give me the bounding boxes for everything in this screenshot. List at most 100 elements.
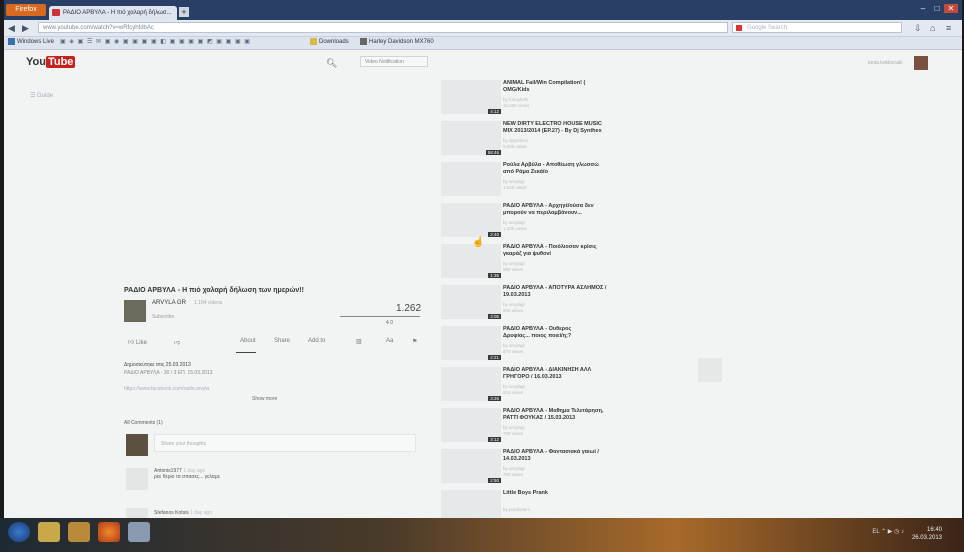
duration-badge: 3:26 [488, 396, 501, 401]
video-thumbnail[interactable]: 3:05 [441, 285, 501, 319]
media-player-icon[interactable] [68, 522, 90, 542]
related-video-item[interactable]: Ρούλα Αρβύλα - Αποθέωση γλωσσώ από Ράμα Ζ… [441, 162, 641, 202]
channel-name[interactable]: ARVYLA GR [152, 300, 186, 306]
search-box[interactable]: Google Search [732, 22, 902, 33]
new-tab-button[interactable]: + [179, 7, 189, 17]
video-thumbnail[interactable]: 3:26 [441, 367, 501, 401]
close-icon[interactable]: ✕ [944, 4, 958, 13]
clock[interactable]: 16:40 26.03.2013 [912, 526, 942, 542]
related-video-views: 810 views [503, 390, 524, 395]
like-ratio-bar [340, 316, 420, 317]
tab-add-to[interactable]: Add to [308, 338, 325, 344]
comments-header: All Comments (1) [124, 420, 163, 426]
related-video-item[interactable]: 3:26 ΡΑΔΙΟ ΑΡΒΥΛΑ - ΔΙΑΚΙΝΗΣΗ ΑΛΛ ΓΡΗΓΟΡΟ … [441, 367, 641, 407]
maximize-icon[interactable]: □ [930, 4, 944, 13]
subscribe-button[interactable]: Subscribe [152, 314, 174, 320]
user-avatar[interactable] [914, 56, 928, 70]
related-video-item[interactable]: 1:36 ΡΑΔΙΟ ΑΡΒΥΛΑ - Ποιόλιοσαν κρίσις γκαρ… [441, 244, 641, 284]
statistics-icon[interactable]: ▥ [356, 338, 362, 345]
related-video-title[interactable]: ΡΑΔΙΟ ΑΡΒΥΛΑ - Αρχηγέ/ούσα δεν μπορούν να… [503, 203, 633, 217]
related-video-item[interactable]: 2:21 ΡΑΔΙΟ ΑΡΒΥΛΑ - Ουθερος Δρυφίας... ποι… [441, 326, 641, 366]
google-icon [736, 25, 742, 31]
windows-taskbar: EL ⌃ ▶ ◷ ♪ 16:40 26.03.2013 [0, 518, 964, 552]
related-video-item[interactable]: 2:40 ΡΑΔΙΟ ΑΡΒΥΛΑ - Αρχηγέ/ούσα δεν μπορού… [441, 203, 641, 243]
description-link[interactable]: https://www.facebook.com/radio.arvyla [124, 386, 209, 392]
youtube-logo[interactable]: You Tube [26, 56, 76, 68]
home-icon[interactable]: ⌂ [930, 23, 935, 33]
dislike-icon[interactable]: 👎︎ [174, 338, 180, 346]
transcript-icon[interactable]: Aa [386, 338, 393, 344]
video-description: ΡΑΔΙΟ ΑΡΒΥΛΑ - 30 / 3 ΕΠ. 15.03.2013 [124, 370, 213, 376]
bookmark-item[interactable]: Harley Davidson MX760 [360, 38, 434, 45]
related-video-item[interactable]: 58:46 NEW DIRTY ELECTRO HOUSE MUSIC MIX 20… [441, 121, 641, 161]
forward-arrow-icon[interactable]: ▶ [22, 23, 29, 34]
like-button[interactable]: 👍︎ Like [128, 338, 147, 346]
commenter-avatar[interactable] [126, 468, 148, 490]
comment-input[interactable]: Share your thoughts [154, 434, 416, 452]
video-thumbnail[interactable]: 3:12 [441, 408, 501, 442]
guide-button[interactable]: ☰ Guide [30, 92, 53, 99]
like-counts: 4 0 [386, 320, 393, 326]
related-video-title[interactable]: ΡΑΔΙΟ ΑΡΒΥΛΑ - Φαντασιακά γαιωί /14.03.2… [503, 449, 633, 463]
system-tray[interactable]: EL ⌃ ▶ ◷ ♪ [872, 528, 904, 535]
back-arrow-icon[interactable]: ◀ [8, 23, 15, 34]
related-video-uploader: by arvylagr [503, 261, 526, 266]
video-thumbnail[interactable]: 2:40 [441, 203, 501, 237]
bookmark-item[interactable]: Windows Live [8, 38, 54, 45]
tab-about[interactable]: About [240, 338, 256, 344]
related-video-title[interactable]: Little Boys Prank [503, 490, 633, 497]
firefox-menu-button[interactable]: Firefox [6, 4, 46, 16]
video-thumbnail[interactable]: 4:12 [441, 80, 501, 114]
related-video-title[interactable]: ΡΑΔΙΟ ΑΡΒΥΛΑ - Ουθερος Δρυφίας... ποιος π… [503, 326, 633, 340]
tab-share[interactable]: Share [274, 338, 290, 344]
view-count: 1.262 [396, 303, 422, 314]
bookmark-icon [360, 38, 367, 45]
tab-bar: Firefox ΡΑΔΙΟ ΑΡΒΥΛΑ - Η πιό χαλαρή δήλω… [4, 0, 962, 20]
related-video-views: 760 views [503, 431, 524, 436]
related-video-title[interactable]: ΡΑΔΙΟ ΑΡΒΥΛΑ - Ποιόλιοσαν κρίσις γκαράζ γ… [503, 244, 633, 258]
bookmark-icon [8, 38, 15, 45]
related-video-views: 980 views [503, 267, 524, 272]
related-video-title[interactable]: ANIMAL Fail/Win Compilation! (OMG/Kids [503, 80, 633, 94]
bookmark-item[interactable]: Downloads [310, 38, 349, 45]
related-video-uploader: by djsynthex [503, 138, 529, 143]
related-video-uploader: by arvylagr [503, 220, 526, 225]
toolbar-icons[interactable]: ▣ ◈ ▣ ☰ ✉ ▣ ◉ ▣ ▣ ▣ ▣ ◧ ▣ ▣ ▣ ▣ ◩ ▣ ▣ ▣ … [60, 38, 251, 45]
related-video-uploader: by arvylagr [503, 343, 526, 348]
duration-badge: 3:05 [488, 314, 501, 319]
related-video-title[interactable]: Ρούλα Αρβύλα - Αποθέωση γλωσσώ από Ράμα Ζ… [503, 162, 633, 176]
related-video-item[interactable]: 3:12 ΡΑΔΙΟ ΑΡΒΥΛΑ - Μαθημα Τελετάρηση, ΡΑΤ… [441, 408, 641, 448]
related-video-uploader: by funnyfails [503, 97, 529, 102]
related-video-views: 15,000 views [503, 103, 530, 108]
video-thumbnail[interactable]: 2:21 [441, 326, 501, 360]
tab-youtube[interactable]: ΡΑΔΙΟ ΑΡΒΥΛΑ - Η πιό χαλαρή δήλωσ... [49, 6, 177, 20]
minimize-icon[interactable]: – [916, 4, 930, 13]
video-thumbnail[interactable] [441, 162, 501, 196]
video-thumbnail[interactable]: 2:50 [441, 449, 501, 483]
related-video-item[interactable]: 2:50 ΡΑΔΙΟ ΑΡΒΥΛΑ - Φαντασιακά γαιωί /14.… [441, 449, 641, 489]
username[interactable]: tonia.kokkonaki [868, 60, 902, 66]
show-more-button[interactable]: Show more [252, 396, 277, 402]
address-bar[interactable]: www.youtube.com/watch?v=wRfcyhfdbAc [38, 22, 728, 33]
publish-date: Δημοσιεύτηκε στις 25.03.2013 [124, 362, 191, 368]
related-video-title[interactable]: ΡΑΔΙΟ ΑΡΒΥΛΑ - ΔΙΑΚΙΝΗΣΗ ΑΛΛ ΓΡΗΓΟΡΟ / 16… [503, 367, 633, 381]
search-icon[interactable]: 🔍︎ [326, 58, 337, 69]
related-video-title[interactable]: NEW DIRTY ELECTRO HOUSE MUSIC MIX 2013/20… [503, 121, 633, 135]
bookmarks-bar: Windows Live ▣ ◈ ▣ ☰ ✉ ▣ ◉ ▣ ▣ ▣ ▣ ◧ ▣ ▣… [4, 37, 962, 50]
related-video-uploader: by arvylagr [503, 179, 526, 184]
video-thumbnail[interactable]: 58:46 [441, 121, 501, 155]
video-thumbnail[interactable]: 1:36 [441, 244, 501, 278]
report-flag-icon[interactable]: ⚑ [412, 338, 417, 345]
related-video-title[interactable]: ΡΑΔΙΟ ΑΡΒΥΛΑ - Μαθημα Τελετάρηση, ΡΑΤΤΙ Φ… [503, 408, 633, 422]
start-button-icon[interactable] [8, 522, 30, 542]
related-video-title[interactable]: ΡΑΔΙΟ ΑΡΒΥΛΑ - ΑΠΟΤΥΡΑ ΑΣΛΗΜΟΣ /19.03.20… [503, 285, 633, 299]
download-icon[interactable]: ⇩ [914, 23, 922, 34]
related-video-item[interactable]: 3:05 ΡΑΔΙΟ ΑΡΒΥΛΑ - ΑΠΟΤΥΡΑ ΑΣΛΗΜΟΣ /19.0… [441, 285, 641, 325]
explorer-icon[interactable] [38, 522, 60, 542]
menu-icon[interactable]: ≡ [946, 23, 951, 33]
notification-dropdown[interactable]: Video Notification [360, 56, 428, 67]
app-taskbar-icon[interactable] [128, 522, 150, 542]
firefox-taskbar-icon[interactable] [98, 522, 120, 542]
related-video-item[interactable]: 4:12 ANIMAL Fail/Win Compilation! (OMG/Ki… [441, 80, 641, 120]
channel-avatar[interactable] [124, 300, 146, 322]
